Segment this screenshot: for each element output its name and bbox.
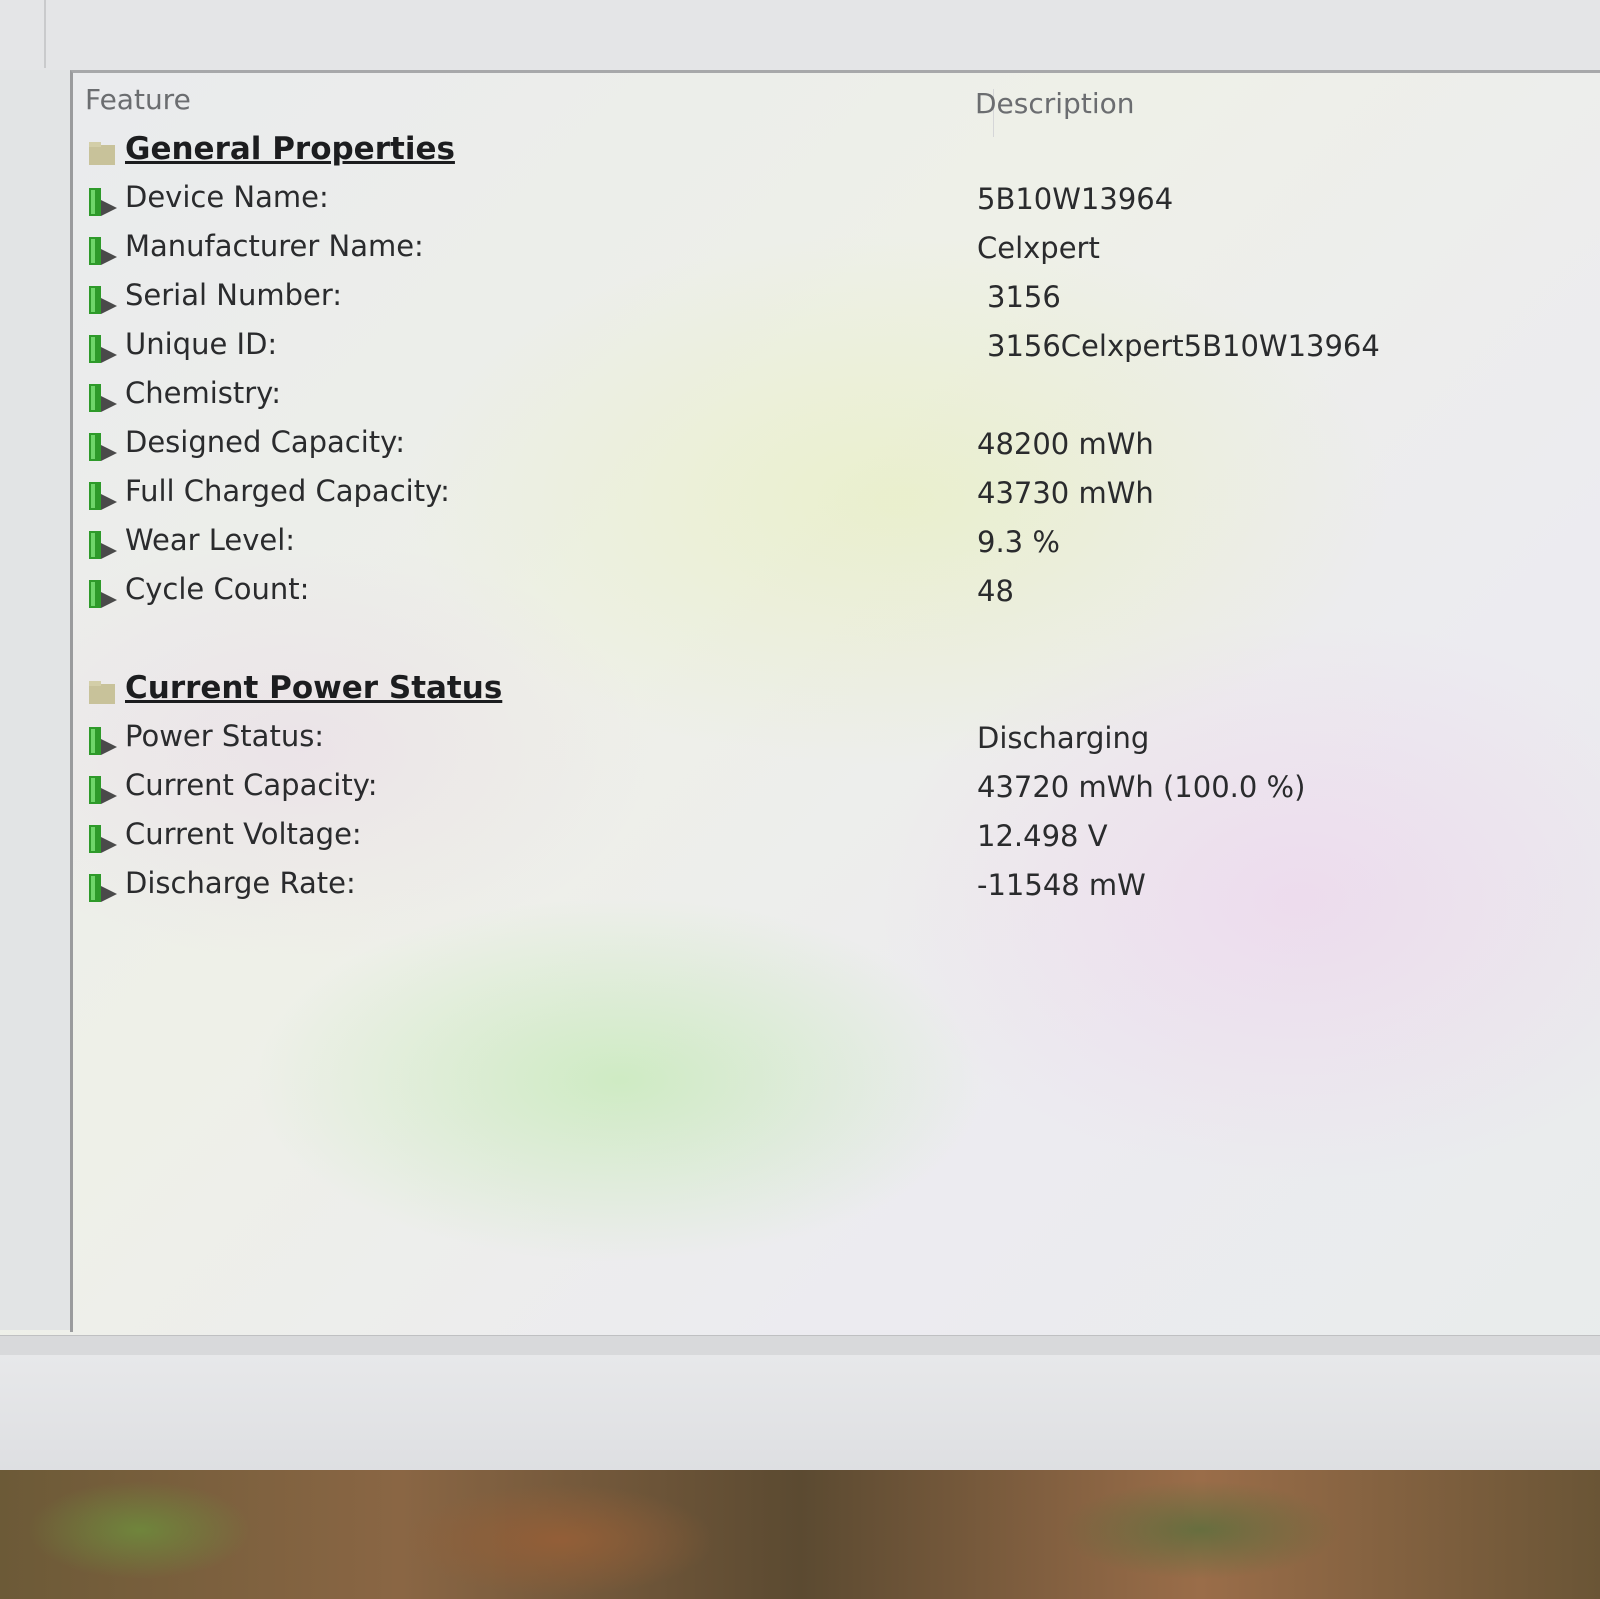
list-item[interactable]: Current Capacity: 43720 mWh (100.0 %) [87, 768, 1587, 812]
feature-label: Wear Level: [125, 523, 296, 557]
list-item[interactable]: Full Charged Capacity: 43730 mWh [87, 474, 1587, 518]
feature-label: Unique ID: [125, 327, 278, 361]
list-item[interactable]: Power Status: Discharging [87, 719, 1587, 763]
section-header-power-status[interactable]: Current Power Status [87, 670, 1587, 714]
list-item[interactable]: Chemistry: [87, 376, 1587, 420]
feature-value: Celxpert [977, 231, 1100, 265]
feature-label: Power Status: [125, 719, 325, 753]
section-header-general[interactable]: General Properties [87, 131, 1587, 175]
feature-label: Cycle Count: [125, 572, 310, 606]
list-header: Feature Description [85, 83, 1585, 137]
feature-list-panel: Feature Description General Properties D… [70, 70, 1600, 1332]
feature-value: 43720 mWh (100.0 %) [977, 770, 1306, 804]
battery-item-icon [89, 776, 117, 804]
list-item[interactable]: Device Name: 5B10W13964 [87, 180, 1587, 224]
battery-item-icon [89, 335, 117, 363]
battery-item-icon [89, 237, 117, 265]
list-item[interactable]: Cycle Count: 48 [87, 572, 1587, 616]
feature-label: Serial Number: [125, 278, 343, 312]
feature-value: 9.3 % [977, 525, 1060, 559]
feature-value: -11548 mW [977, 868, 1146, 902]
feature-value: 3156Celxpert5B10W13964 [987, 329, 1380, 363]
battery-item-icon [89, 188, 117, 216]
feature-label: Device Name: [125, 180, 329, 214]
feature-label: Current Voltage: [125, 817, 362, 851]
list-item[interactable]: Unique ID: 3156Celxpert5B10W13964 [87, 327, 1587, 371]
feature-value: 43730 mWh [977, 476, 1154, 510]
battery-item-icon [89, 531, 117, 559]
feature-label: Designed Capacity: [125, 425, 405, 459]
left-gutter [0, 70, 70, 1330]
feature-label: Full Charged Capacity: [125, 474, 450, 508]
battery-item-icon [89, 580, 117, 608]
feature-value: Discharging [977, 721, 1150, 755]
toolbar-strip [0, 0, 1600, 70]
list-item[interactable]: Manufacturer Name: Celxpert [87, 229, 1587, 273]
list-item[interactable]: Wear Level: 9.3 % [87, 523, 1587, 567]
feature-value: 48200 mWh [977, 427, 1154, 461]
battery-item-icon [89, 874, 117, 902]
battery-item-icon [89, 482, 117, 510]
list-item[interactable]: Current Voltage: 12.498 V [87, 817, 1587, 861]
battery-item-icon [89, 384, 117, 412]
section-folder-icon [89, 681, 115, 704]
column-header-feature[interactable]: Feature [85, 83, 191, 116]
battery-item-icon [89, 433, 117, 461]
battery-item-icon [89, 825, 117, 853]
feature-label: Discharge Rate: [125, 866, 356, 900]
battery-item-icon [89, 727, 117, 755]
feature-label: Current Capacity: [125, 768, 378, 802]
battery-item-icon [89, 286, 117, 314]
toolbar-divider [44, 0, 46, 68]
feature-value: 48 [977, 574, 1014, 608]
section-title: Current Power Status [125, 670, 503, 706]
list-item[interactable]: Serial Number: 3156 [87, 278, 1587, 322]
list-item[interactable]: Discharge Rate: -11548 mW [87, 866, 1587, 910]
section-title: General Properties [125, 131, 455, 167]
feature-value: 5B10W13964 [977, 182, 1174, 216]
feature-value: 3156 [987, 280, 1061, 314]
status-bar [0, 1335, 1600, 1356]
column-header-description[interactable]: Description [975, 87, 1134, 120]
feature-label: Chemistry: [125, 376, 282, 410]
feature-value: 12.498 V [977, 819, 1108, 853]
section-folder-icon [89, 142, 115, 165]
list-item[interactable]: Designed Capacity: 48200 mWh [87, 425, 1587, 469]
desktop-wallpaper [0, 1470, 1600, 1599]
window-bottom-frame [0, 1355, 1600, 1470]
feature-label: Manufacturer Name: [125, 229, 424, 263]
